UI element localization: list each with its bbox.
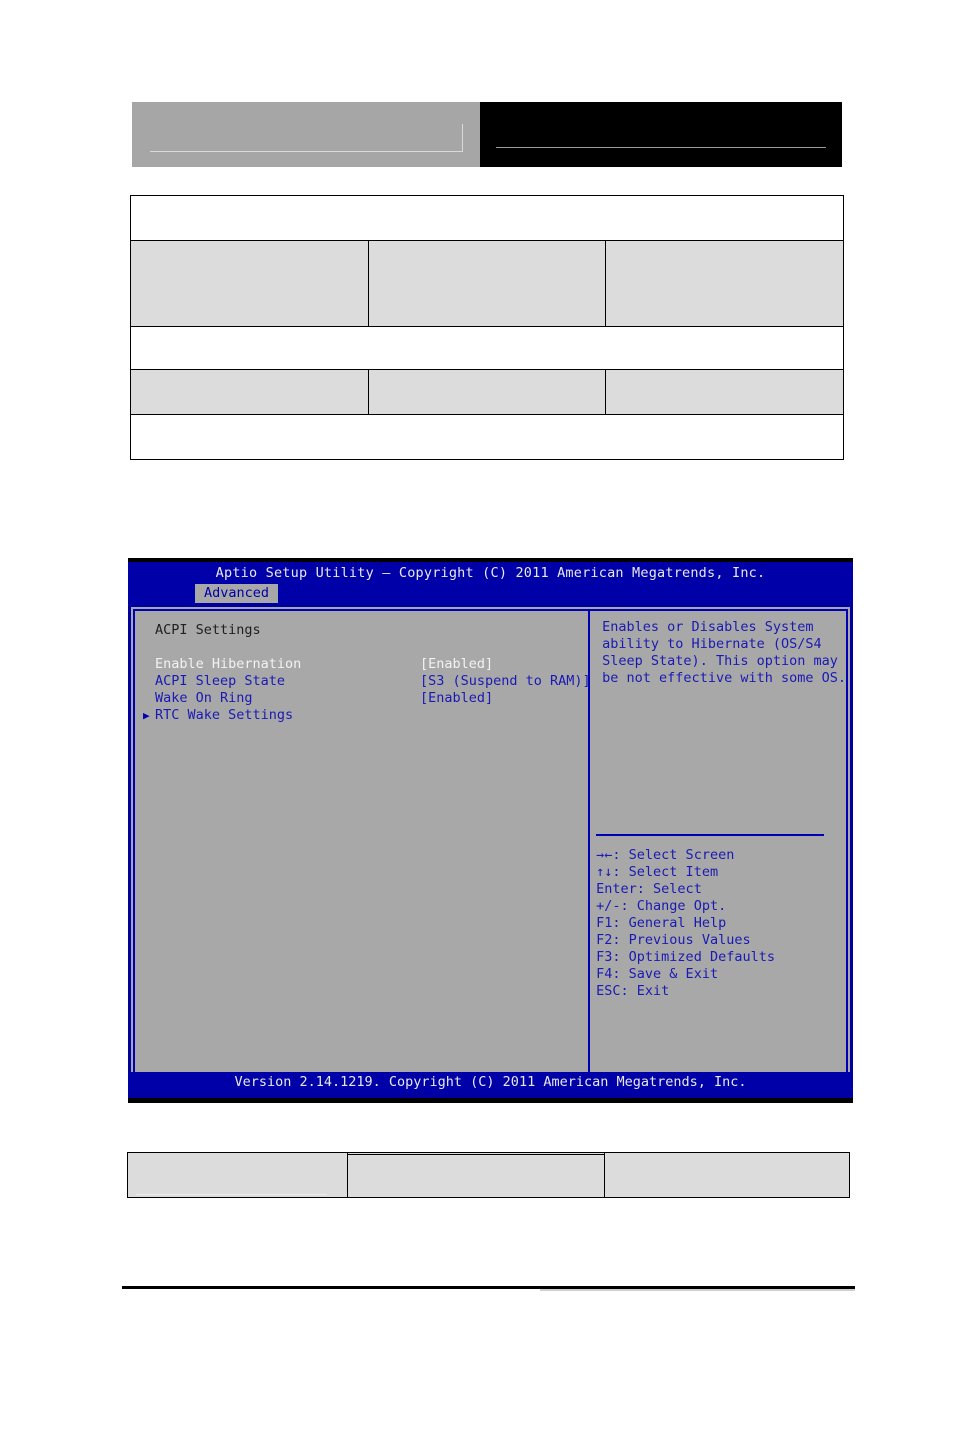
key-legend-f1: F1: General Help	[596, 915, 727, 931]
table-cell	[127, 1152, 348, 1198]
cell-underline	[136, 1193, 327, 1195]
help-panel-divider	[596, 834, 825, 836]
header-right-underline	[496, 147, 826, 148]
option-row-rtc-wake-settings[interactable]: ▶ RTC Wake Settings	[143, 707, 588, 724]
submenu-arrow-icon: ▶	[143, 709, 150, 722]
key-legend-change-opt: +/-: Change Opt.	[596, 898, 727, 914]
option-label: ACPI Sleep State	[155, 673, 286, 689]
table-cell	[130, 414, 844, 460]
bios-body: ACPI Settings Enable Hibernation [Enable…	[131, 607, 850, 1077]
option-value[interactable]: [S3 (Suspend to RAM)]	[420, 673, 591, 690]
table-cell	[130, 240, 369, 327]
header-left-tick	[462, 124, 463, 152]
option-row-acpi-sleep-state[interactable]: ACPI Sleep State [S3 (Suspend to RAM)]	[155, 673, 591, 690]
key-legend-f4: F4: Save & Exit	[596, 966, 719, 982]
table-cell	[367, 240, 607, 327]
option-value[interactable]: [Enabled]	[420, 656, 493, 673]
key-legend-f3: F3: Optimized Defaults	[596, 949, 775, 965]
header-graphic-left	[132, 102, 480, 167]
help-line: be not effective with some OS.	[602, 670, 846, 686]
bios-options-panel: ACPI Settings Enable Hibernation [Enable…	[135, 611, 591, 1073]
bios-help-panel: Enables or Disables System ability to Hi…	[590, 611, 846, 1073]
tab-advanced[interactable]: Advanced	[195, 584, 279, 603]
option-row-wake-on-ring[interactable]: Wake On Ring [Enabled]	[155, 690, 588, 707]
page-header-graphics	[132, 102, 842, 167]
table-cell	[604, 1152, 850, 1198]
option-label: Enable Hibernation	[155, 656, 302, 672]
footer-rule-shadow	[540, 1289, 855, 1291]
table-cell	[130, 369, 369, 415]
bios-version-bar: Version 2.14.1219. Copyright (C) 2011 Am…	[128, 1072, 853, 1093]
help-line: ability to Hibernate (OS/S4	[602, 636, 822, 652]
table-row	[130, 326, 844, 370]
table-row	[130, 369, 844, 415]
key-legend-esc: ESC: Exit	[596, 983, 670, 999]
header-graphic-right	[480, 102, 842, 167]
option-label: Wake On Ring	[155, 690, 253, 706]
key-legend-f2: F2: Previous Values	[596, 932, 751, 948]
table-cell	[367, 369, 607, 415]
option-row-enable-hibernation[interactable]: Enable Hibernation [Enabled]	[155, 656, 588, 673]
table-cell	[605, 240, 844, 327]
table-row	[130, 195, 844, 241]
option-label: RTC Wake Settings	[155, 707, 294, 723]
section-title: ACPI Settings	[155, 622, 261, 638]
help-line: Enables or Disables System	[602, 619, 814, 635]
top-data-table	[130, 195, 844, 460]
bios-tab-bar: Advanced	[128, 584, 853, 603]
header-left-underline	[150, 151, 462, 152]
table-cell	[130, 195, 844, 241]
bios-title-bar: Aptio Setup Utility – Copyright (C) 2011…	[128, 562, 853, 584]
bios-panels: ACPI Settings Enable Hibernation [Enable…	[133, 609, 848, 1075]
help-line: Sleep State). This option may	[602, 653, 838, 669]
key-legend-enter: Enter: Select	[596, 881, 702, 897]
table-cell	[130, 326, 844, 370]
option-value[interactable]: [Enabled]	[420, 690, 493, 707]
table-row	[130, 414, 844, 460]
key-legend-select-screen: →←: Select Screen	[596, 847, 735, 863]
bios-setup-screenshot: Aptio Setup Utility – Copyright (C) 2011…	[128, 558, 853, 1103]
table-row	[130, 240, 844, 327]
key-legend-select-item: ↑↓: Select Item	[596, 864, 719, 880]
bottom-data-table	[127, 1152, 850, 1198]
key-legend: →←: Select Screen ↑↓: Select Item Enter:…	[590, 847, 846, 1000]
table-cell	[605, 369, 844, 415]
table-cell	[347, 1154, 605, 1198]
